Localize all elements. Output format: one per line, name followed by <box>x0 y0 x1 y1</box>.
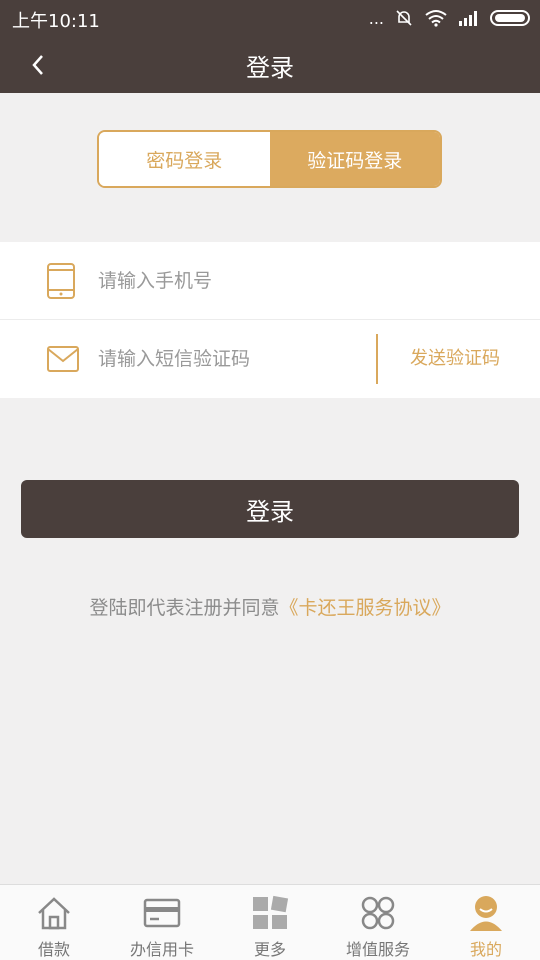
login-form: 请输入手机号 请输入短信验证码 发送验证码 <box>0 242 540 398</box>
tab-credit-card[interactable]: 办信用卡 <box>108 885 216 960</box>
status-bar: 上午10:11 ... <box>0 0 540 36</box>
tab-label: 借款 <box>37 940 70 959</box>
send-code-button[interactable]: 发送验证码 <box>410 344 500 370</box>
tab-loan[interactable]: 借款 <box>0 885 108 960</box>
login-mode-tabs: 密码登录 验证码登录 <box>97 130 442 188</box>
nav-bar: 登录 <box>0 36 540 93</box>
tab-more[interactable]: 更多 <box>216 885 324 960</box>
phone-input[interactable]: 请输入手机号 <box>98 266 358 293</box>
agreement-prefix: 登陆即代表注册并同意 <box>89 597 280 619</box>
page-title: 登录 <box>246 54 294 82</box>
signal-dots: ... <box>368 8 384 28</box>
service-agreement-link[interactable]: 《卡还王服务协议》 <box>280 597 451 619</box>
clover-icon <box>361 896 395 929</box>
tab-label: 我的 <box>469 940 502 959</box>
envelope-icon <box>47 346 79 372</box>
tab-label: 办信用卡 <box>129 940 194 959</box>
send-code-divider <box>376 334 378 384</box>
phone-row: 请输入手机号 <box>0 242 540 320</box>
home-icon <box>38 896 70 929</box>
wifi-icon <box>425 10 447 27</box>
user-icon <box>470 895 502 931</box>
bottom-tab-bar: 借款 办信用卡 更多 增值服务 我的 <box>0 884 540 960</box>
agreement-text: 登陆即代表注册并同意《卡还王服务协议》 <box>0 593 540 620</box>
sms-code-row: 请输入短信验证码 发送验证码 <box>0 320 540 398</box>
cellular-signal-icon <box>459 11 477 26</box>
tab-label: 增值服务 <box>345 940 410 959</box>
battery-icon <box>490 10 530 26</box>
phone-icon <box>47 263 75 299</box>
credit-card-icon <box>143 898 181 927</box>
bell-muted-icon <box>396 10 412 26</box>
grid-icon <box>253 895 289 929</box>
status-icons: ... <box>369 6 530 30</box>
tab-value-added-services[interactable]: 增值服务 <box>324 885 432 960</box>
login-button[interactable]: 登录 <box>21 480 519 538</box>
sms-code-input[interactable]: 请输入短信验证码 <box>98 344 358 371</box>
tab-password-login[interactable]: 密码登录 <box>99 132 270 186</box>
tab-sms-code-login[interactable]: 验证码登录 <box>269 132 440 186</box>
status-time: 上午10:11 <box>12 11 100 32</box>
tab-label: 更多 <box>253 940 286 959</box>
tab-mine[interactable]: 我的 <box>432 885 540 960</box>
